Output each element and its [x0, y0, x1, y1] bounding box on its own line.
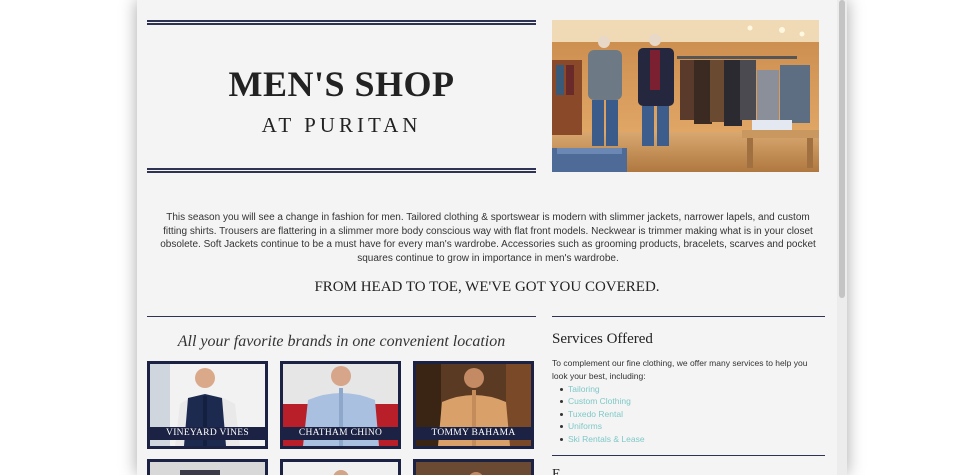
tagline: FROM HEAD TO TOE, WE'VE GOT YOU COVERED.	[314, 279, 660, 295]
brand-tile[interactable]	[413, 459, 534, 475]
service-link-tailoring[interactable]: Tailoring	[560, 383, 645, 395]
brand-label: TOMMY BAHAMA	[416, 427, 531, 440]
brand-label: CHATHAM CHINO	[283, 427, 398, 440]
services-intro: To complement our fine clothing, we offe…	[552, 358, 808, 381]
brand-photo	[416, 462, 531, 475]
store-interior-photo	[552, 20, 819, 172]
brand-tile-chatham-chino[interactable]: CHATHAM CHINO	[280, 361, 401, 449]
scrollbar-thumb[interactable]	[839, 0, 845, 298]
page-content: MEN'S SHOP AT PURITAN This season you wi…	[137, 0, 847, 475]
brand-tile-vineyard-vines[interactable]: VINEYARD VINES	[147, 361, 268, 449]
service-link-uniforms[interactable]: Uniforms	[560, 420, 645, 432]
hero-title: MEN'S SHOP	[228, 64, 455, 104]
brand-tile-tommy-bahama[interactable]: TOMMY BAHAMA	[413, 361, 534, 449]
brand-tile[interactable]	[280, 459, 401, 475]
intro-paragraph: This season you will see a change in fas…	[160, 212, 816, 264]
service-link-custom-clothing[interactable]: Custom Clothing	[560, 395, 645, 407]
brand-tile[interactable]	[147, 459, 268, 475]
hero-banner: MEN'S SHOP AT PURITAN	[147, 20, 536, 173]
next-section-heading: E	[552, 467, 561, 475]
brand-photo	[283, 462, 398, 475]
service-link-ski-rentals[interactable]: Ski Rentals & Lease	[560, 433, 645, 445]
services-title: Services Offered	[552, 331, 653, 347]
service-link-tuxedo-rental[interactable]: Tuxedo Rental	[560, 408, 645, 420]
divider	[552, 316, 825, 317]
brands-heading: All your favorite brands in one convenie…	[177, 333, 506, 350]
hero-subtitle: AT PURITAN	[261, 113, 422, 137]
divider	[147, 316, 536, 317]
services-list: Tailoring Custom Clothing Tuxedo Rental …	[560, 383, 645, 445]
brand-label: VINEYARD VINES	[150, 427, 265, 440]
divider	[552, 455, 825, 456]
brand-photo	[150, 462, 265, 475]
